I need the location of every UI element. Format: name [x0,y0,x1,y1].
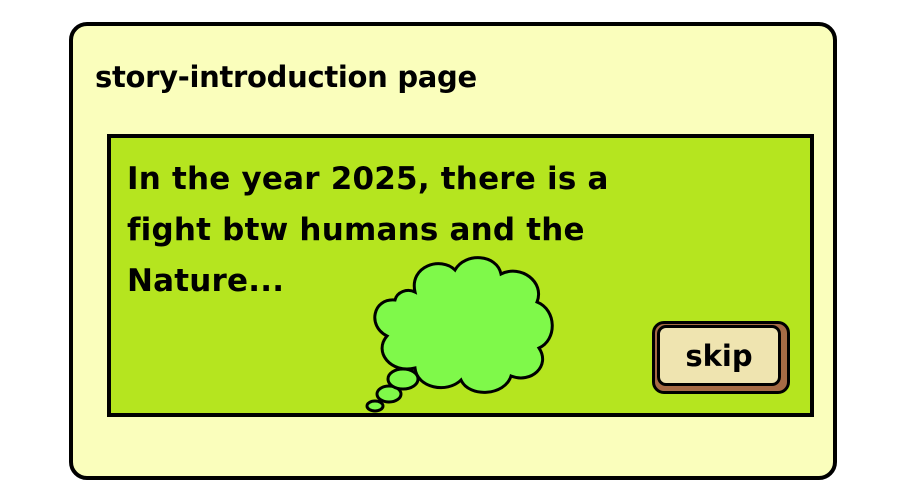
thought-cloud-icon [365,256,554,413]
skip-button-label[interactable]: skip [657,325,781,386]
page-title: story-introduction page [95,60,477,94]
story-introduction-frame: story-introduction page In the year 2025… [69,22,837,480]
skip-button[interactable]: skip [652,321,792,396]
story-panel: In the year 2025, there is a fight btw h… [107,134,814,417]
